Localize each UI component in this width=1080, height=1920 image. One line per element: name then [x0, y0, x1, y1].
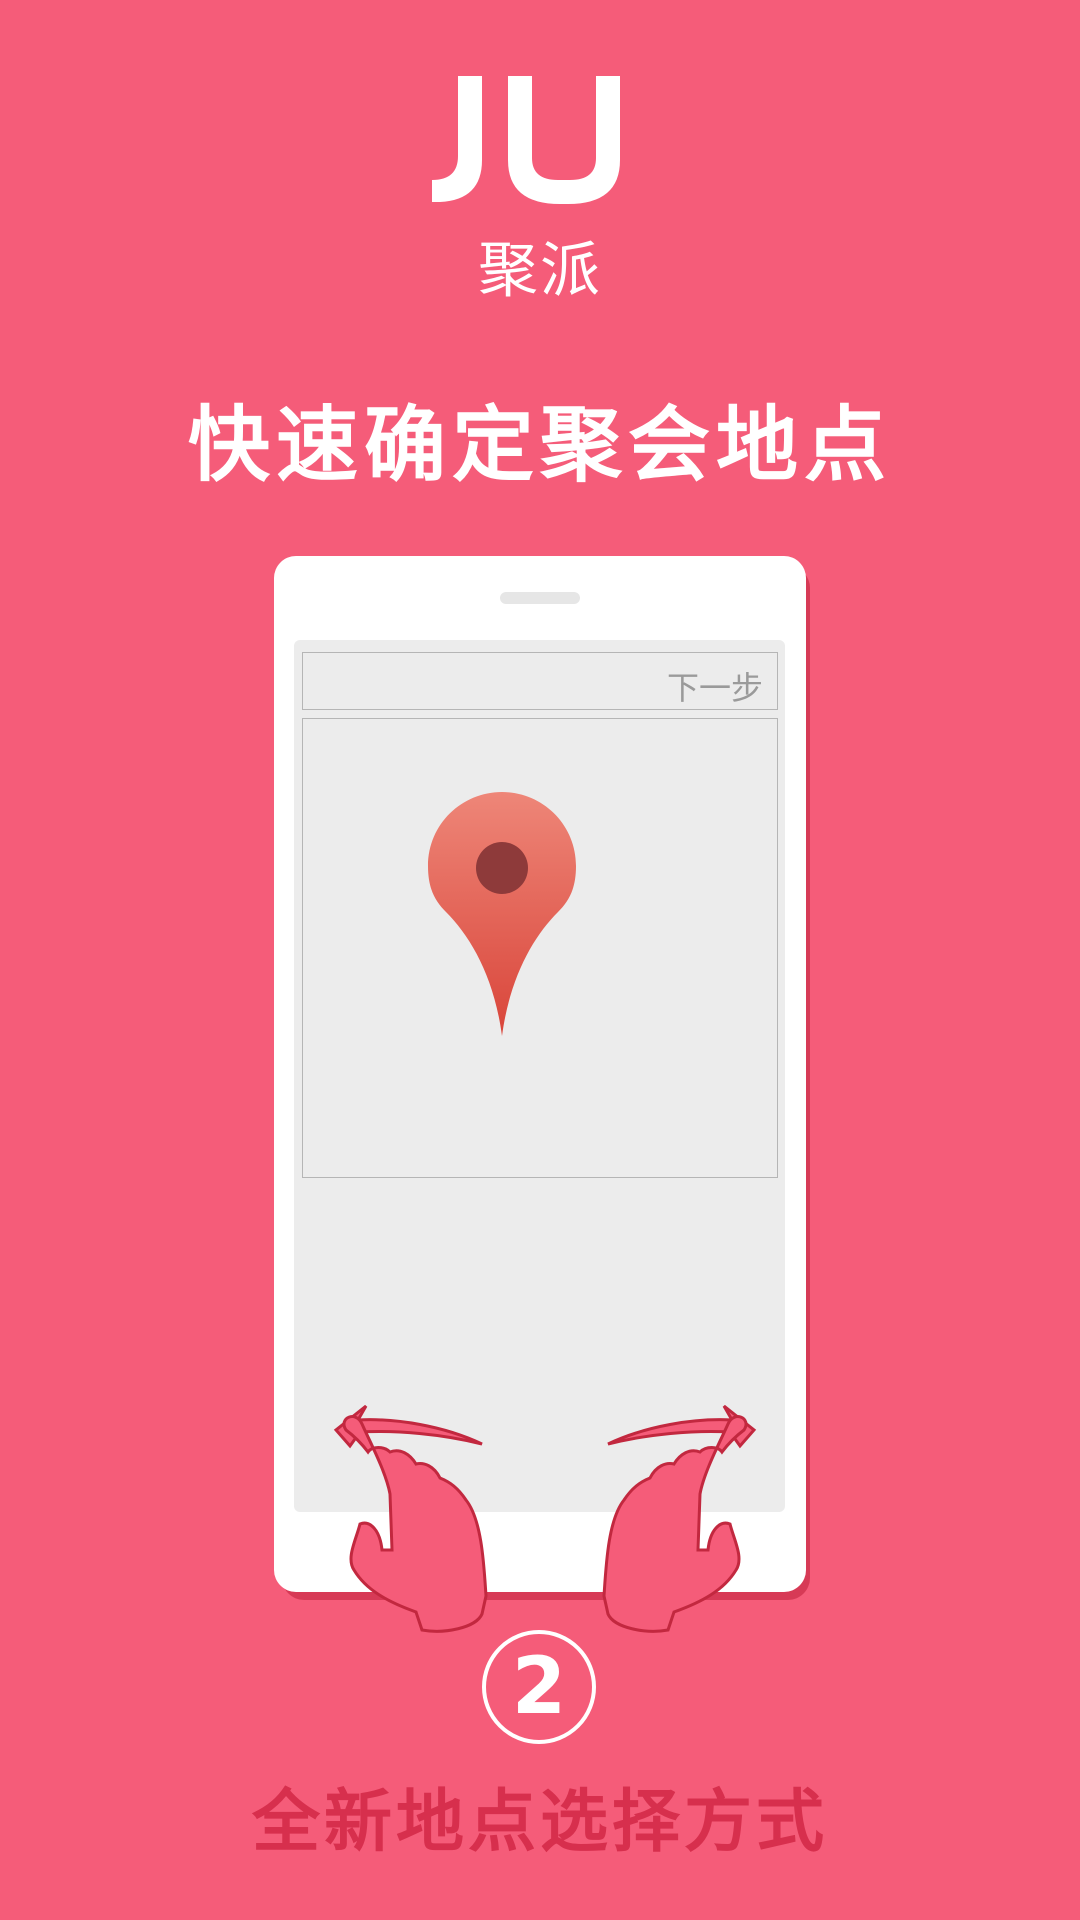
- left-swipe-hand-icon: [333, 1404, 488, 1633]
- phone-speaker: [500, 592, 580, 604]
- right-swipe-hand-icon: [602, 1404, 757, 1633]
- feature-caption: 全新地点选择方式: [251, 1783, 828, 1862]
- next-step-button[interactable]: 下一步: [667, 663, 763, 709]
- location-pin-icon[interactable]: [424, 790, 580, 1040]
- step-number: 2: [511, 1642, 567, 1732]
- brand-name: 聚派: [478, 236, 602, 306]
- screen-top-bar: 下一步: [302, 652, 778, 710]
- page-headline: 快速确定聚会地点: [187, 398, 892, 493]
- ju-logo: [432, 76, 620, 204]
